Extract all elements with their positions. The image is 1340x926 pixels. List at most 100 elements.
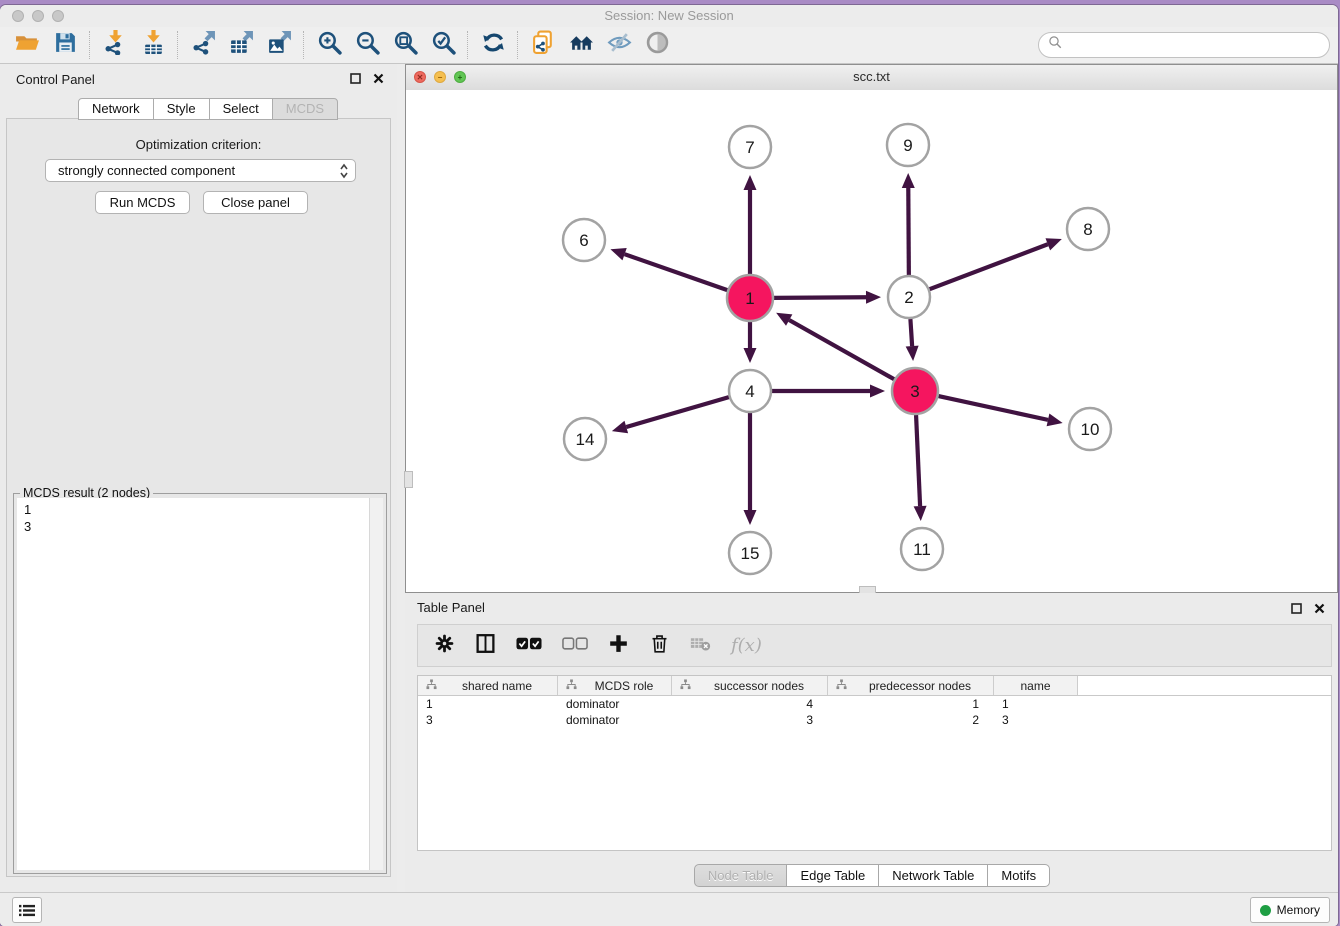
graph-edge-arrowhead [1045, 238, 1061, 250]
zoom-in-button[interactable] [310, 29, 348, 61]
toggle-view-button[interactable] [638, 29, 676, 61]
run-mcds-button[interactable]: Run MCDS [95, 191, 190, 214]
split-view-button[interactable] [475, 633, 496, 659]
mcds-result-list[interactable]: 13 [17, 498, 370, 870]
optimization-criterion-label: Optimization criterion: [7, 137, 390, 152]
import-table-button[interactable] [134, 29, 172, 61]
zoom-fit-button[interactable] [386, 29, 424, 61]
export-network-button[interactable] [184, 29, 222, 61]
table-row[interactable]: 3dominator323 [418, 712, 1331, 728]
cell-shared-name[interactable]: 3 [418, 712, 558, 728]
cell-shared-name[interactable]: 1 [418, 696, 558, 712]
float-table-panel-icon[interactable] [1290, 602, 1303, 615]
toolbar-separator [517, 31, 519, 59]
graph-edge-2-9[interactable] [908, 188, 909, 275]
column-header-name[interactable]: name [994, 676, 1078, 695]
list-icon [19, 904, 35, 917]
tab-motifs[interactable]: Motifs [987, 864, 1050, 887]
settings-button[interactable] [434, 633, 455, 659]
task-history-button[interactable] [12, 897, 42, 923]
graph-node-label: 11 [913, 540, 931, 559]
close-panel-icon[interactable] [372, 72, 385, 85]
float-panel-icon[interactable] [349, 72, 362, 85]
import-network-button[interactable] [96, 29, 134, 61]
mcds-result-node: 3 [24, 518, 370, 535]
graph-edge-3-1[interactable] [789, 320, 894, 379]
tab-node-table[interactable]: Node Table [694, 864, 788, 887]
tab-network-table[interactable]: Network Table [878, 864, 988, 887]
graph-node-label: 15 [741, 544, 760, 563]
graph-edge-arrowhead [870, 385, 885, 398]
zoom-selected-button[interactable] [424, 29, 462, 61]
export-image-button[interactable] [260, 29, 298, 61]
cell-MCDS-role[interactable]: dominator [558, 712, 672, 728]
import-network-icon [103, 30, 128, 60]
graph-edge-arrowhead [744, 348, 757, 363]
column-header-shared-name[interactable]: shared name [418, 676, 558, 695]
save-session-button[interactable] [46, 29, 84, 61]
app-window: Session: New Session Control Panel Netwo… [0, 5, 1338, 926]
window-title: Session: New Session [0, 5, 1338, 27]
clear-table-icon [690, 633, 711, 659]
export-table-button[interactable] [222, 29, 260, 61]
vertical-splitter-handle[interactable] [404, 471, 413, 488]
result-scrollbar[interactable] [369, 498, 383, 870]
hierarchy-icon [832, 679, 851, 693]
search-input[interactable] [1068, 37, 1320, 54]
tab-style[interactable]: Style [153, 98, 210, 120]
graph-edge-2-8[interactable] [930, 244, 1048, 289]
column-header-MCDS-role[interactable]: MCDS role [558, 676, 672, 695]
cell-successor-nodes[interactable]: 3 [672, 712, 828, 728]
select-all-button[interactable] [516, 633, 542, 659]
table-row[interactable]: 1dominator411 [418, 696, 1331, 712]
hide-panel-button[interactable] [600, 29, 638, 61]
control-panel-header: Control Panel [0, 64, 397, 96]
optimization-criterion-select[interactable]: strongly connected component [45, 159, 356, 182]
column-label: MCDS role [581, 679, 667, 693]
cell-predecessor-nodes[interactable]: 2 [828, 712, 994, 728]
graph-edge-3-11[interactable] [916, 415, 920, 506]
toggle-view-icon [645, 30, 670, 60]
close-panel-button[interactable]: Close panel [203, 191, 308, 214]
graph-edge-2-3[interactable] [910, 319, 912, 346]
import-table-icon [141, 30, 166, 60]
titlebar: Session: New Session [0, 5, 1338, 27]
column-label: predecessor nodes [851, 679, 989, 693]
memory-button[interactable]: Memory [1250, 897, 1330, 923]
column-header-successor-nodes[interactable]: successor nodes [672, 676, 828, 695]
open-file-button[interactable] [8, 29, 46, 61]
graph-edge-3-10[interactable] [938, 396, 1048, 420]
graph-node-label: 14 [576, 430, 595, 449]
tab-edge-table[interactable]: Edge Table [786, 864, 879, 887]
cell-name[interactable]: 1 [994, 696, 1078, 712]
graph-node-label: 7 [745, 138, 754, 157]
node-table: shared name MCDS role successor nodes prede… [417, 675, 1332, 851]
tab-network[interactable]: Network [78, 98, 154, 120]
delete-row-button[interactable] [649, 633, 670, 659]
open-file-icon [15, 30, 40, 60]
zoom-out-button[interactable] [348, 29, 386, 61]
add-row-button[interactable] [608, 633, 629, 659]
column-header-predecessor-nodes[interactable]: predecessor nodes [828, 676, 994, 695]
graph-edge-1-6[interactable] [625, 254, 728, 290]
deselect-all-button[interactable] [562, 633, 588, 659]
export-network-icon [191, 30, 216, 60]
cell-MCDS-role[interactable]: dominator [558, 696, 672, 712]
select-all-icon [516, 633, 542, 659]
search-box[interactable] [1038, 32, 1330, 58]
cell-predecessor-nodes[interactable]: 1 [828, 696, 994, 712]
table-header-row: shared name MCDS role successor nodes prede… [418, 676, 1331, 696]
zoom-in-icon [317, 30, 342, 60]
show-all-networks-button[interactable] [562, 29, 600, 61]
tab-mcds[interactable]: MCDS [272, 98, 338, 120]
cell-successor-nodes[interactable]: 4 [672, 696, 828, 712]
close-table-panel-icon[interactable] [1313, 602, 1326, 615]
tab-select[interactable]: Select [209, 98, 273, 120]
cell-name[interactable]: 3 [994, 712, 1078, 728]
duplicate-network-button[interactable] [524, 29, 562, 61]
refresh-view-button[interactable] [474, 29, 512, 61]
graph-edge-4-14[interactable] [626, 397, 729, 427]
graph-edge-1-2[interactable] [774, 297, 866, 298]
delete-row-icon [649, 633, 670, 659]
network-canvas[interactable]: 7968124314101511 [406, 90, 1337, 592]
